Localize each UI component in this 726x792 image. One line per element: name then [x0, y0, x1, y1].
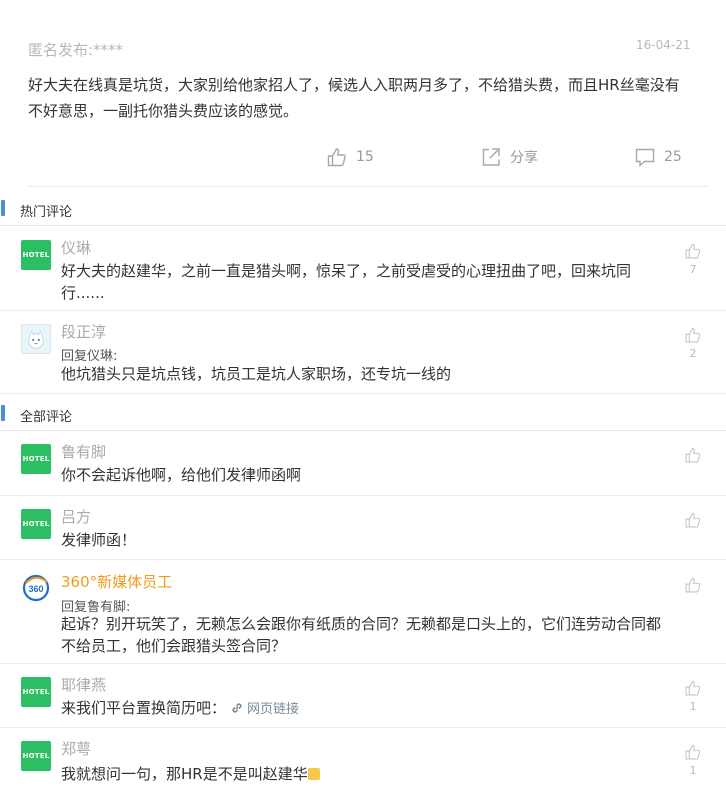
- comment-like-button[interactable]: [684, 446, 702, 464]
- comment-author[interactable]: 鲁有脚: [61, 441, 106, 462]
- comment-like-count: 1: [689, 764, 697, 777]
- post-date: 16-04-21: [636, 38, 691, 52]
- comment-item: HOTEL 耶律燕 来我们平台置换简历吧： 网页链接 1: [0, 664, 726, 728]
- comment-item: 段正淳 回复仪琳: 他坑猎头只是坑点钱，坑员工是坑人家职场，还专坑一线的 2: [0, 311, 726, 394]
- avatar[interactable]: 360: [21, 573, 51, 603]
- post-author: 匿名发布:****: [28, 41, 124, 59]
- avatar[interactable]: HOTEL: [21, 677, 51, 707]
- comment-button[interactable]: 25: [634, 146, 682, 168]
- comment-like-count: 7: [689, 263, 697, 276]
- like-count: 15: [356, 149, 374, 165]
- section-title-all: 全部评论: [20, 410, 73, 425]
- avatar[interactable]: HOTEL: [21, 741, 51, 771]
- comment-author[interactable]: 仪琳: [61, 237, 91, 258]
- comment-text: 我就想问一句，那HR是不是叫赵建华: [61, 763, 661, 785]
- post: 匿名发布:**** 16-04-21 好大夫在线真是坑货，大家别给他家招人了，候…: [0, 0, 726, 188]
- comment-author[interactable]: 耶律燕: [61, 674, 106, 695]
- comment-author[interactable]: 段正淳: [61, 321, 106, 342]
- thumbs-up-icon: [685, 327, 701, 343]
- comment-author[interactable]: 郑萼: [61, 738, 91, 759]
- thumbs-up-icon: [685, 512, 701, 528]
- avatar[interactable]: HOTEL: [21, 444, 51, 474]
- section-header-all: 全部评论: [0, 395, 726, 431]
- section-header-hot: 热门评论: [0, 190, 726, 226]
- comment-like-button[interactable]: [684, 743, 702, 761]
- like-button[interactable]: 15: [326, 146, 374, 168]
- section-accent-bar: [1, 200, 5, 216]
- cat-avatar-icon: [28, 330, 44, 349]
- comment-icon: [635, 148, 655, 168]
- comment-text: 来我们平台置换简历吧： 网页链接: [61, 697, 661, 721]
- comment-text: 你不会起诉他啊，给他们发律师函啊: [61, 466, 302, 484]
- emoji-icon: [307, 768, 320, 780]
- share-label: 分享: [510, 150, 538, 166]
- comment-like-count: 2: [689, 347, 697, 360]
- avatar[interactable]: HOTEL: [21, 509, 51, 539]
- post-body: 好大夫在线真是坑货，大家别给他家招人了，候选人入职两月多了，不给猎头费，而且HR…: [28, 76, 680, 120]
- thumbs-up-icon: [685, 243, 701, 259]
- web-link[interactable]: 网页链接: [231, 702, 299, 717]
- divider: [28, 186, 708, 187]
- comment-text: 他坑猎头只是坑点钱，坑员工是坑人家职场，还专坑一线的: [61, 365, 452, 383]
- web-link-label: 网页链接: [246, 702, 299, 717]
- thumbs-up-icon: [685, 447, 701, 463]
- comment-like-button[interactable]: [684, 326, 702, 344]
- comment-text-body: 我就想问一句，那HR是不是叫赵建华: [61, 765, 308, 783]
- comment-text: 好大夫的赵建华，之前一直是猎头啊，惊呆了，之前受虐受的心理扭曲了吧，回来坑同行.…: [61, 262, 632, 302]
- thumbs-up-icon: [685, 680, 701, 696]
- comment-like-button[interactable]: [684, 679, 702, 697]
- comment-like-button[interactable]: [684, 576, 702, 594]
- link-icon: [232, 703, 242, 713]
- comment-item: HOTEL 仪琳 好大夫的赵建华，之前一直是猎头啊，惊呆了，之前受虐受的心理扭曲…: [0, 227, 726, 311]
- comment-count: 25: [664, 149, 682, 165]
- thumbs-up-icon: [327, 148, 346, 167]
- section-accent-bar: [1, 405, 5, 421]
- thumbs-up-icon: [685, 577, 701, 593]
- share-icon: [482, 148, 500, 166]
- reply-to: 回复仪琳:: [61, 349, 118, 364]
- section-title-hot: 热门评论: [20, 205, 73, 220]
- avatar[interactable]: HOTEL: [21, 240, 51, 270]
- comment-page: 匿名发布:**** 16-04-21 好大夫在线真是坑货，大家别给他家招人了，候…: [0, 0, 726, 792]
- share-button[interactable]: 分享: [480, 146, 538, 168]
- comment-item: HOTEL 郑萼 我就想问一句，那HR是不是叫赵建华 1: [0, 728, 726, 792]
- comment-like-button[interactable]: [684, 511, 702, 529]
- avatar[interactable]: [21, 324, 51, 354]
- comment-like-button[interactable]: [684, 242, 702, 260]
- comment-item: HOTEL 鲁有脚 你不会起诉他啊，给他们发律师函啊: [0, 432, 726, 496]
- thumbs-up-icon: [685, 744, 701, 760]
- comment-item: HOTEL 吕方 发律师函！: [0, 496, 726, 560]
- comment-text: 起诉？别开玩笑了，无赖怎么会跟你有纸质的合同？无赖都是口头上的，它们连劳动合同都…: [61, 615, 662, 655]
- comment-item: 360 360°新媒体员工 回复鲁有脚: 起诉？别开玩笑了，无赖怎么会跟你有纸质…: [0, 560, 726, 664]
- comment-text-body: 来我们平台置换简历吧：: [61, 699, 227, 717]
- logo-360-icon: 360: [22, 574, 50, 602]
- comment-text: 发律师函！: [61, 531, 137, 549]
- comment-author[interactable]: 吕方: [61, 506, 91, 527]
- comment-like-count: 1: [689, 700, 697, 713]
- svg-text:360: 360: [28, 584, 43, 594]
- comment-author[interactable]: 360°新媒体员工: [61, 571, 172, 592]
